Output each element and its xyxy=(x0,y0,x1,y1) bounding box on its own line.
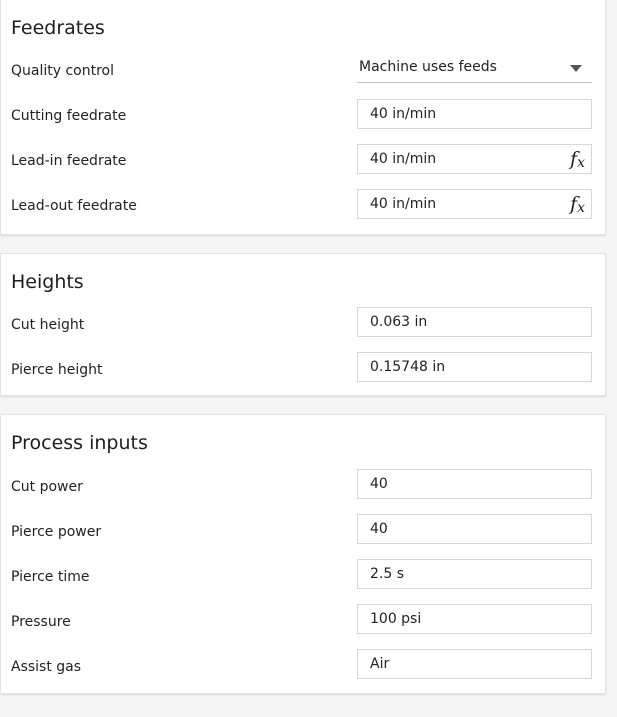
pierce-time-value: 2.5 s xyxy=(370,566,405,582)
lead-out-feedrate-input[interactable]: 40 in/min fx xyxy=(357,189,592,219)
quality-control-value: Machine uses feeds xyxy=(359,59,497,75)
pierce-height-label: Pierce height xyxy=(11,362,103,378)
lead-out-feedrate-value: 40 in/min xyxy=(370,196,437,212)
process-inputs-panel: Process inputs Cut power 40 Pierce power… xyxy=(0,414,606,694)
quality-control-select[interactable]: Machine uses feeds xyxy=(357,55,592,83)
pierce-height-input[interactable]: 0.15748 in xyxy=(357,352,592,382)
quality-control-label: Quality control xyxy=(11,63,115,79)
function-fx-icon[interactable]: fx xyxy=(570,192,585,220)
cut-height-input[interactable]: 0.063 in xyxy=(357,307,592,337)
cutting-feedrate-label: Cutting feedrate xyxy=(11,108,127,124)
lead-in-feedrate-value: 40 in/min xyxy=(370,151,437,167)
cutting-feedrate-value: 40 in/min xyxy=(370,106,437,122)
fx-subscript: x xyxy=(577,155,585,171)
pierce-height-value: 0.15748 in xyxy=(370,359,446,375)
pressure-label: Pressure xyxy=(11,614,71,630)
assist-gas-label: Assist gas xyxy=(11,659,82,675)
feedrates-panel: Feedrates Quality control Machine uses f… xyxy=(0,0,606,235)
heights-panel: Heights Cut height 0.063 in Pierce heigh… xyxy=(0,253,606,396)
pierce-power-label: Pierce power xyxy=(11,524,102,540)
cut-height-label: Cut height xyxy=(11,317,85,333)
lead-in-feedrate-input[interactable]: 40 in/min fx xyxy=(357,144,592,174)
chevron-down-icon[interactable] xyxy=(570,65,582,72)
pierce-time-label: Pierce time xyxy=(11,569,90,585)
pierce-time-input[interactable]: 2.5 s xyxy=(357,559,592,589)
lead-in-feedrate-label: Lead-in feedrate xyxy=(11,153,127,169)
fx-subscript: x xyxy=(577,200,585,216)
cutting-feedrate-input[interactable]: 40 in/min xyxy=(357,99,592,129)
pierce-power-input[interactable]: 40 xyxy=(357,514,592,544)
cut-power-input[interactable]: 40 xyxy=(357,469,592,499)
assist-gas-value: Air xyxy=(370,656,390,672)
pierce-power-value: 40 xyxy=(370,521,388,537)
cut-power-value: 40 xyxy=(370,476,388,492)
cut-height-value: 0.063 in xyxy=(370,314,428,330)
function-fx-icon[interactable]: fx xyxy=(570,147,585,175)
cut-power-label: Cut power xyxy=(11,479,83,495)
pressure-input[interactable]: 100 psi xyxy=(357,604,592,634)
heights-title: Heights xyxy=(11,271,84,293)
assist-gas-input[interactable]: Air xyxy=(357,649,592,679)
pressure-value: 100 psi xyxy=(370,611,422,627)
feedrates-title: Feedrates xyxy=(11,17,105,39)
process-inputs-title: Process inputs xyxy=(11,432,148,454)
lead-out-feedrate-label: Lead-out feedrate xyxy=(11,198,137,214)
